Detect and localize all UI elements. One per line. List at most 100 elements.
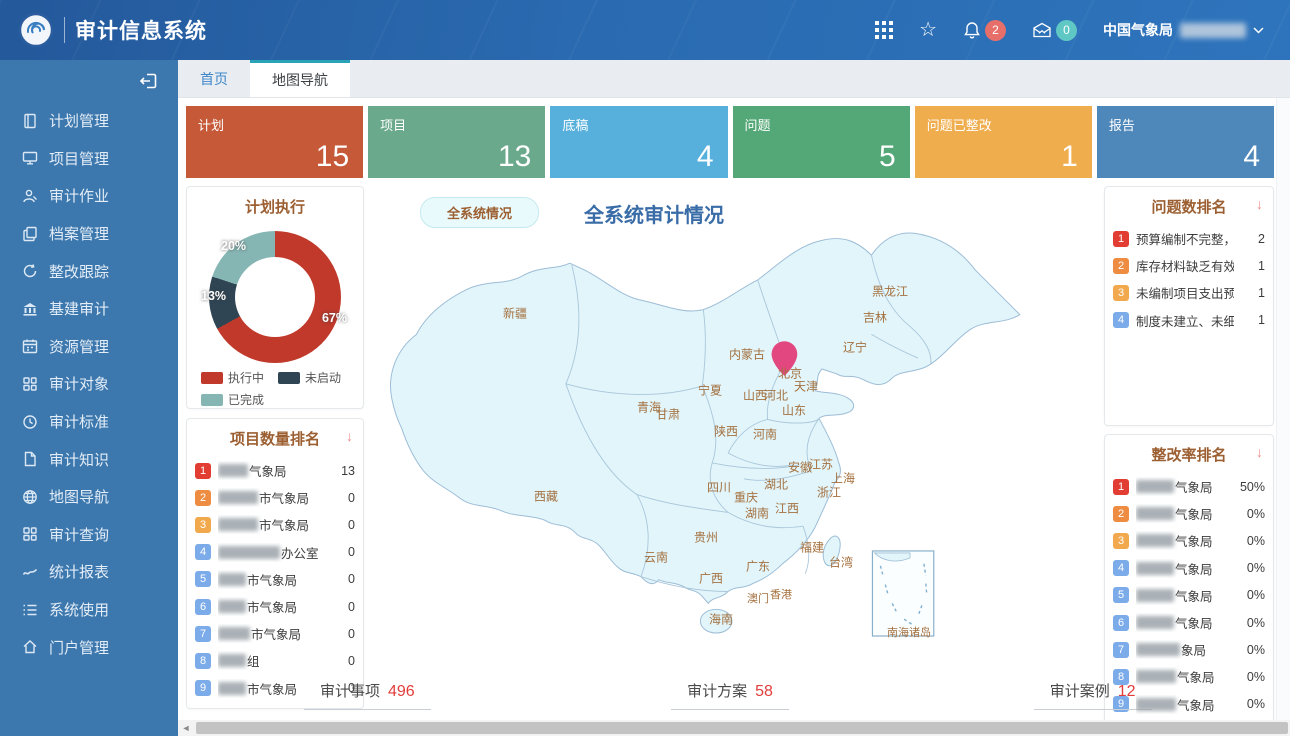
panel-title: 整改率排名 (1151, 447, 1226, 464)
sidebar-item-audit-objects[interactable]: 审计对象 (0, 365, 178, 403)
stat-card-reports[interactable]: 报告 4 (1097, 106, 1274, 178)
tab-home[interactable]: 首页 (178, 60, 250, 97)
redacted-name (218, 627, 250, 640)
redacted-name (218, 546, 280, 559)
bank-icon (22, 301, 38, 317)
sidebar-item-map-nav[interactable]: 地图导航 (0, 478, 178, 516)
rank-row[interactable]: 1 气象局 13 (195, 457, 355, 484)
redacted-name (1136, 643, 1180, 656)
rank-row[interactable]: 6 市气象局 0 (195, 593, 355, 620)
sidebar-item-portal-mgmt[interactable]: 门户管理 (0, 628, 178, 666)
notification-count-badge: 2 (985, 20, 1006, 41)
stat-card-plans[interactable]: 计划 15 (186, 106, 363, 178)
rank-row[interactable]: 1 预算编制不完整，... 2 (1113, 225, 1265, 252)
sidebar-item-project-mgmt[interactable]: 项目管理 (0, 140, 178, 178)
redacted-name (218, 600, 246, 613)
rank-row[interactable]: 5 气象局 0% (1113, 582, 1265, 609)
legend-item-completed[interactable]: 已完成 (201, 391, 264, 408)
system-scope-pill-button[interactable]: 全系统情况 (420, 197, 539, 228)
sort-desc-icon[interactable]: ↓ (346, 428, 353, 444)
sidebar-item-rectify-track[interactable]: 整改跟踪 (0, 252, 178, 290)
panel-title: 问题数排名 (1151, 199, 1226, 216)
sort-desc-icon[interactable]: ↓ (1256, 444, 1263, 460)
scroll-left-arrow[interactable]: ◄ (178, 720, 194, 736)
project-count-ranking-panel: 项目数量排名 ↓ 1 气象局 13 2 市气象局 0 (186, 418, 364, 709)
sort-desc-icon[interactable]: ↓ (1256, 196, 1263, 212)
sidebar-item-plan-mgmt[interactable]: 计划管理 (0, 102, 178, 140)
rank-row[interactable]: 4 办公室 0 (195, 539, 355, 566)
stat-card-drafts[interactable]: 底稿 4 (550, 106, 727, 178)
redacted-name (218, 518, 258, 531)
redacted-name (218, 654, 246, 667)
rank-row[interactable]: 3 市气象局 0 (195, 511, 355, 538)
mail-icon (1032, 22, 1052, 38)
favorite-star-icon[interactable]: ☆ (919, 20, 937, 40)
tab-map-nav[interactable]: 地图导航 (250, 60, 350, 97)
app-root: 审计信息系统 ☆ 2 (0, 0, 1290, 736)
legend-item-executing[interactable]: 执行中 (201, 369, 264, 386)
apps-grid-icon[interactable] (875, 21, 893, 39)
sidebar-item-resource-mgmt[interactable]: 资源管理 (0, 328, 178, 366)
redacted-name (1136, 698, 1176, 711)
messages-mail[interactable]: 0 (1032, 20, 1077, 41)
message-count-badge: 0 (1056, 20, 1077, 41)
redacted-name (1136, 507, 1174, 520)
rank-row[interactable]: 8 组 0 (195, 647, 355, 674)
sidebar: 计划管理 项目管理 审计作业 档案管理 整改跟踪 基建审计 资源管理 审计对象 (0, 60, 178, 736)
rank-row[interactable]: 4 气象局 0% (1113, 555, 1265, 582)
sidebar-item-stat-reports[interactable]: 统计报表 (0, 553, 178, 591)
bell-icon (963, 21, 981, 40)
redacted-name (1136, 670, 1176, 683)
sidebar-item-construction-audit[interactable]: 基建审计 (0, 290, 178, 328)
chart-icon (22, 564, 38, 580)
stat-card-projects[interactable]: 项目 13 (368, 106, 545, 178)
app-logo-icon (18, 12, 54, 48)
plan-execution-panel: 计划执行 67% 13% 20% 执行中 (186, 186, 364, 409)
sidebar-item-audit-query[interactable]: 审计查询 (0, 516, 178, 554)
rank-row[interactable]: 5 市气象局 0 (195, 566, 355, 593)
footer-stats-row: 审计事项 496 审计方案 58 审计案例 12 (186, 680, 1274, 710)
horizontal-scrollbar-thumb[interactable] (196, 722, 1288, 734)
book-icon (22, 113, 38, 129)
stat-card-rectified[interactable]: 问题已整改 1 (915, 106, 1092, 178)
sidebar-item-audit-work[interactable]: 审计作业 (0, 177, 178, 215)
rank-row[interactable]: 6 气象局 0% (1113, 609, 1265, 636)
rank-row[interactable]: 2 气象局 0% (1113, 500, 1265, 527)
rank-row[interactable]: 4 制度未建立、未细化 1 (1113, 307, 1265, 334)
rank-row[interactable]: 3 气象局 0% (1113, 527, 1265, 554)
brand: 审计信息系统 (18, 12, 207, 48)
redacted-name (218, 573, 246, 586)
calendar-icon (22, 338, 38, 354)
chevron-down-icon (1253, 27, 1264, 34)
donut-legend: 执行中 未启动 已完成 (187, 369, 363, 408)
clock-icon (22, 414, 38, 430)
sidebar-collapse-icon[interactable] (138, 70, 160, 92)
copy-icon (22, 226, 38, 242)
user-menu[interactable]: 中国气象局 (1103, 20, 1264, 40)
stat-card-problems[interactable]: 问题 5 (733, 106, 910, 178)
panel-title: 项目数量排名 (230, 431, 320, 448)
rank-row[interactable]: 2 市气象局 0 (195, 484, 355, 511)
rank-row[interactable]: 7 市气象局 0 (195, 620, 355, 647)
user-name-redacted (1180, 23, 1246, 38)
monitor-icon (22, 150, 38, 166)
rank-row[interactable]: 3 未编制项目支出预算 1 (1113, 279, 1265, 306)
rank-row[interactable]: 2 库存材料缺乏有效... 1 (1113, 252, 1265, 279)
footer-stat-audit-schemes: 审计方案 58 (549, 680, 912, 710)
sidebar-item-audit-standards[interactable]: 审计标准 (0, 403, 178, 441)
rank-row[interactable]: 7 象局 0% (1113, 636, 1265, 663)
sidebar-item-archive-mgmt[interactable]: 档案管理 (0, 215, 178, 253)
rank-row[interactable]: 1 气象局 50% (1113, 473, 1265, 500)
china-map-region[interactable]: 全系统情况 全系统审计情况 (372, 186, 1096, 668)
vertical-scrollbar-gutter[interactable] (1276, 98, 1290, 720)
notifications-bell[interactable]: 2 (963, 20, 1006, 41)
sidebar-item-audit-knowledge[interactable]: 审计知识 (0, 440, 178, 478)
grid-icon (22, 526, 38, 542)
sidebar-item-system-usage[interactable]: 系统使用 (0, 591, 178, 629)
app-title: 审计信息系统 (75, 15, 207, 45)
grid-icon (22, 376, 38, 392)
footer-stat-audit-cases: 审计案例 12 (911, 680, 1274, 710)
donut-percent-label: 13% (201, 289, 226, 303)
legend-item-not-started[interactable]: 未启动 (278, 369, 341, 386)
redacted-name (1136, 589, 1174, 602)
